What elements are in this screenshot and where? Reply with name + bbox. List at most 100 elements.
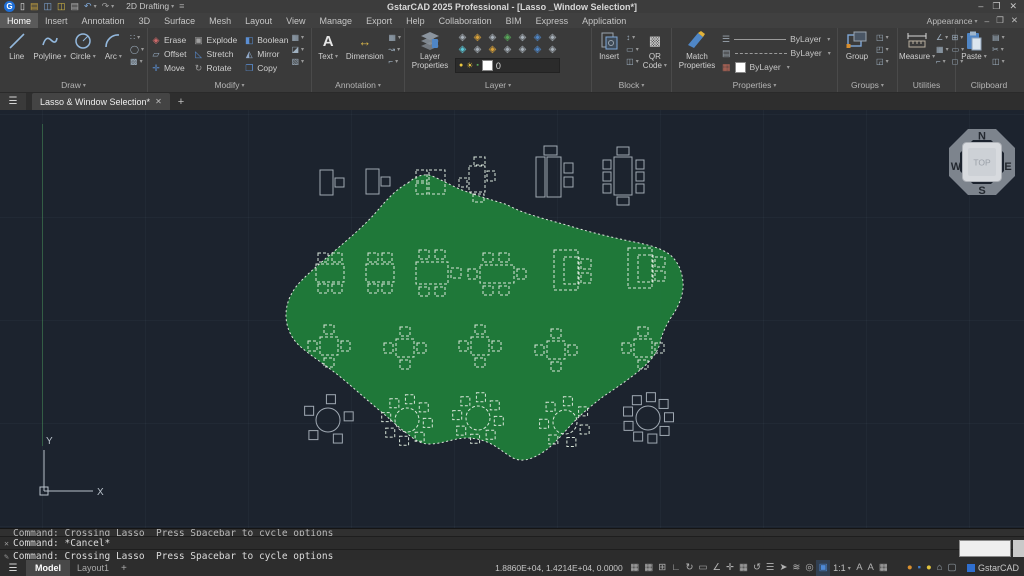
status-annotation-icons[interactable]: AA▦	[854, 560, 891, 576]
ribbon-tab-mesh[interactable]: Mesh	[202, 13, 238, 28]
save-all-icon[interactable]: ◫	[57, 0, 66, 13]
circle-button[interactable]: Circle	[69, 30, 96, 62]
new-layout-button[interactable]: +	[116, 563, 132, 574]
ribbon-tab-help[interactable]: Help	[399, 13, 432, 28]
viewcube-south[interactable]: S	[978, 185, 985, 197]
ribbon-tab-bim[interactable]: BIM	[499, 13, 529, 28]
desk-small-block[interactable]	[320, 170, 344, 195]
command-window-grip[interactable]	[959, 540, 1011, 557]
doc-minimize-button[interactable]: –	[985, 16, 990, 26]
table-round-block[interactable]	[305, 395, 354, 443]
new-document-tab-button[interactable]: +	[170, 93, 192, 110]
move-button[interactable]: ✛Move	[151, 62, 187, 74]
minimize-button[interactable]: –	[978, 1, 983, 12]
layer-properties-button[interactable]: Layer Properties	[408, 30, 452, 70]
erase-button[interactable]: ◈Erase	[151, 34, 187, 46]
command-window-grip-corner[interactable]	[1013, 540, 1024, 557]
groups-extra-tools[interactable]: ◳◰◲	[876, 30, 889, 67]
restore-button[interactable]: ❐	[992, 1, 1000, 12]
model-tab[interactable]: Model	[26, 560, 70, 576]
stretch-button[interactable]: ◺Stretch	[194, 48, 238, 60]
explode-button[interactable]: ▣Explode	[194, 34, 238, 46]
document-tab[interactable]: Lasso & Window Selection* ✕	[32, 93, 170, 110]
panel-properties-footer[interactable]: Properties	[672, 80, 837, 92]
text-button[interactable]: A Text	[315, 30, 341, 62]
annotation-monitor-icon[interactable]: ▣	[816, 560, 830, 576]
qr-code-button[interactable]: ▩ QR Code	[642, 30, 668, 71]
lasso-selection-region[interactable]	[286, 175, 683, 460]
new-file-icon[interactable]: ▯	[20, 0, 25, 13]
viewcube-west[interactable]: W	[951, 161, 962, 173]
document-tab-close-icon[interactable]: ✕	[155, 97, 162, 106]
status-tray-icons[interactable]: ●▪●⌂▢	[904, 560, 959, 576]
panel-draw-footer[interactable]: Draw	[0, 80, 147, 92]
appearance-dropdown[interactable]: Appearance	[927, 16, 978, 26]
table-round-block[interactable]	[624, 393, 674, 443]
viewcube-east[interactable]: E	[1004, 161, 1011, 173]
line-button[interactable]: Line	[3, 30, 30, 61]
app-logo-icon[interactable]: G	[4, 1, 15, 12]
dimension-button[interactable]: ↔ Dimension	[344, 30, 385, 61]
doc-restore-button[interactable]: ❐	[996, 15, 1004, 26]
layer-dropdown[interactable]: ● ☀ ▪ 0	[455, 58, 560, 73]
doc-close-button[interactable]: ✕	[1011, 15, 1018, 26]
measure-button[interactable]: Measure	[901, 30, 933, 62]
copy-button[interactable]: ❐Copy	[244, 62, 288, 74]
offset-button[interactable]: ▱Offset	[151, 48, 187, 60]
command-input-line[interactable]: ✎ Command: Crossing Lasso Press Spacebar…	[0, 550, 1024, 562]
viewcube-north[interactable]: N	[978, 131, 986, 143]
utilities-extra-tools-1[interactable]: ∠▦⌐	[936, 30, 949, 67]
status-toggle-icons[interactable]: ▦▦⊞∟↻▭∠✛▦↺☰➤≋◎	[628, 560, 816, 576]
ribbon-tab-application[interactable]: Application	[575, 13, 633, 28]
panel-layer-footer[interactable]: Layer	[405, 80, 591, 92]
model-space[interactable]: Y X	[0, 110, 1024, 528]
color-dropdown[interactable]: ▦ ByLayer	[722, 60, 831, 74]
arc-button[interactable]: Arc	[100, 30, 127, 62]
save-icon[interactable]: ◫	[43, 0, 52, 13]
ribbon-tab-home[interactable]: Home	[0, 13, 38, 28]
ribbon-tab-manage[interactable]: Manage	[313, 13, 360, 28]
conf-b-block[interactable]	[603, 147, 644, 205]
paste-button[interactable]: Paste	[959, 30, 989, 62]
ribbon-tab-3d[interactable]: 3D	[132, 13, 158, 28]
mirror-button[interactable]: ◭Mirror	[244, 48, 288, 60]
lineweight-dropdown[interactable]: ☰ ByLayer	[722, 32, 831, 46]
rotate-button[interactable]: ↻Rotate	[194, 62, 238, 74]
ribbon-tab-view[interactable]: View	[279, 13, 312, 28]
desk-small-block[interactable]	[366, 169, 390, 194]
command-line-window[interactable]: Command: Crossing Lasso Press Spacebar t…	[0, 528, 1024, 560]
block-extra-tools[interactable]: ↕▭◫	[626, 30, 639, 67]
command-close-icon[interactable]: ✕	[0, 539, 13, 548]
undo-icon[interactable]: ↶	[84, 0, 97, 14]
clipboard-extra-tools[interactable]: ▤✂◫	[992, 30, 1005, 67]
draw-extra-tools[interactable]: ∷◯▩	[130, 30, 144, 67]
status-menu-icon[interactable]: ☰	[0, 563, 26, 574]
modify-extra-tools[interactable]: ▦◪▧	[291, 30, 304, 67]
panel-annotation-footer[interactable]: Annotation	[312, 80, 404, 92]
ribbon-tab-collaboration[interactable]: Collaboration	[432, 13, 499, 28]
panel-block-footer[interactable]: Block	[592, 80, 671, 92]
match-properties-button[interactable]: Match Properties	[675, 30, 719, 70]
ribbon-tab-layout[interactable]: Layout	[238, 13, 279, 28]
ribbon-tab-annotation[interactable]: Annotation	[75, 13, 132, 28]
panel-groups-footer[interactable]: Groups	[838, 80, 897, 92]
panel-modify-footer[interactable]: Modify	[148, 80, 311, 92]
layout1-tab[interactable]: Layout1	[70, 563, 116, 573]
open-file-icon[interactable]: ▤	[30, 0, 39, 13]
conf-a-block[interactable]	[536, 146, 573, 197]
close-button[interactable]: ✕	[1009, 1, 1017, 12]
polyline-button[interactable]: Polyline	[33, 30, 66, 62]
file-tabs-menu-icon[interactable]: ☰	[0, 93, 26, 110]
insert-button[interactable]: Insert	[595, 30, 623, 61]
print-icon[interactable]: ▤	[71, 0, 80, 13]
group-button[interactable]: Group	[841, 30, 873, 61]
workspace-dropdown[interactable]: 2D Drafting	[126, 0, 174, 14]
boolean-button[interactable]: ◧Boolean	[244, 34, 288, 46]
toolbar-options-icon[interactable]: ≡	[179, 0, 184, 13]
redo-icon[interactable]: ↷	[102, 0, 115, 14]
viewcube[interactable]: N E S W TOP	[946, 126, 1018, 198]
annotation-scale-dropdown[interactable]: 1:1	[830, 563, 854, 573]
ribbon-tab-export[interactable]: Export	[359, 13, 399, 28]
ribbon-tab-insert[interactable]: Insert	[38, 13, 75, 28]
ribbon-tab-surface[interactable]: Surface	[157, 13, 202, 28]
